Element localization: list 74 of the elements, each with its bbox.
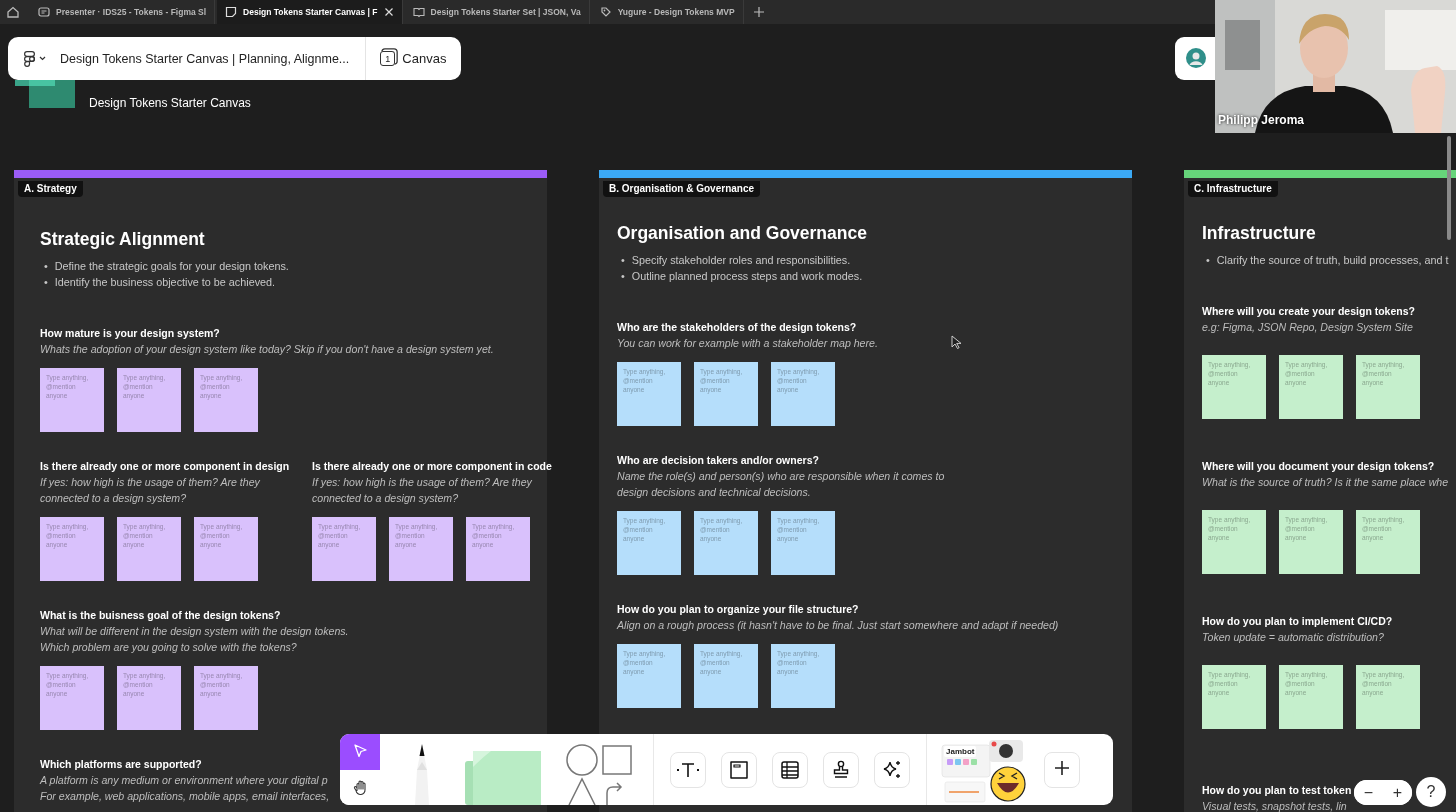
scrollbar[interactable] [1447, 136, 1451, 240]
bullet-mark: • [1206, 253, 1210, 268]
question-text: Which platforms are supported? [40, 757, 202, 772]
browser-tab[interactable]: Design Tokens Starter Canvas | F [217, 0, 403, 24]
stamp-tool-button[interactable] [823, 751, 859, 788]
browser-tab[interactable]: Yugure - Design Tokens MVP [591, 0, 744, 24]
table-icon [779, 758, 801, 781]
section-title: Strategic Alignment [40, 229, 206, 250]
sparkle-tool-button[interactable] [874, 751, 910, 788]
table-tool-button[interactable] [772, 751, 808, 788]
tag-icon [599, 6, 612, 18]
section-title: Infrastructure [1202, 223, 1317, 244]
hint-text: What is the source of truth? Is it the same place whe [1202, 475, 1450, 490]
bullet-text: Clarify the source of truth, build processes, and t [1216, 253, 1449, 268]
bullet-mark: • [44, 275, 48, 290]
widget-label: Jambot [944, 746, 977, 757]
bullet-text: Specify stakeholder roles and responsibilities. [631, 253, 851, 268]
question-text: Is there already one or more component in code [312, 459, 552, 474]
bullet-text: Outline planned process steps and work modes. [631, 269, 863, 284]
section-label: A. Strategy [18, 181, 83, 197]
figma-logo-icon[interactable] [24, 50, 35, 67]
question-text: How mature is your design system? [40, 326, 220, 341]
question-text: Where will you document your design tokens? [1202, 459, 1435, 474]
browser-tab[interactable]: Design Tokens Starter Set | JSON, Va [404, 0, 590, 24]
home-icon[interactable] [6, 5, 20, 19]
hint-text: Name the role(s) and person(s) who are responsible when it comes to design decisions and technical decisions. [617, 469, 946, 500]
hint-text: If yes: how high is the usage of them? Are they connected to a design system? [40, 475, 261, 506]
section-title: Organisation and Governance [617, 223, 868, 244]
question-text: Who are decision takers and/or owners? [617, 453, 819, 468]
hint-text: If yes: how high is the usage of them? Are they connected to a design system? [312, 475, 533, 506]
book-icon [412, 6, 425, 18]
hint-text: A platform is any medium or environment where your digital p For example, web applications, mobile apps, email interfaces, [40, 773, 331, 804]
page-name: Canvas [402, 51, 447, 66]
hint-text: What will be different in the design system with the design tokens. Which problem are you going to solve with the tokens? [40, 624, 350, 655]
pages-button[interactable]: 1 Canvas [380, 51, 447, 66]
slides-icon [38, 6, 50, 18]
hint-text: You can work for example with a stakeholder map here. [617, 336, 879, 351]
hint-text: Align on a rough process (it hasn't have to be final. Just start somewhere and adapt if needed) [617, 618, 1060, 633]
close-icon[interactable] [383, 7, 394, 17]
section-tool-button[interactable] [721, 751, 757, 788]
question-text: Is there already one or more component in design [40, 459, 290, 474]
question-text: How do you plan to organize your file structure? [617, 602, 859, 617]
hint-text: Whats the adoption of your design system like today? Skip if you don't have a design system yet. [40, 342, 495, 357]
bullet-text: Define the strategic goals for your design tokens. [54, 259, 289, 274]
canvas-subtitle: Design Tokens Starter Canvas [89, 96, 251, 110]
file-title[interactable]: Design Tokens Starter Canvas | Planning, Alignme... [60, 50, 350, 67]
chevron-down-icon[interactable] [39, 56, 46, 61]
add-button[interactable] [1044, 751, 1080, 788]
sparkle-icon [881, 758, 903, 781]
bullet-text: Identify the business objective to be achieved. [54, 275, 276, 290]
logo-icon [15, 80, 75, 108]
text-tool-button[interactable] [670, 751, 706, 788]
question-text: Where will you create your design tokens? [1202, 304, 1415, 319]
section-label: C. Infrastructure [1188, 181, 1278, 197]
hand-icon [352, 778, 368, 797]
bullet-mark: • [44, 259, 48, 274]
question-text: How do you plan to test token [1202, 783, 1352, 798]
participant-name: Philipp Jeroma [1218, 113, 1305, 127]
avatar-icon[interactable] [1186, 48, 1206, 68]
browser-tab[interactable]: Presenter · IDS25 - Tokens - Figma Sl [30, 0, 216, 24]
bullet-mark: • [621, 269, 625, 284]
hint-text: e.g: Figma, JSON Repo, Design System Site [1202, 320, 1414, 335]
question-text: What is the buisness goal of the design tokens? [40, 608, 281, 623]
section-label: B. Organisation & Governance [603, 181, 761, 197]
note-icon [225, 6, 238, 18]
question-text: Who are the stakeholders of the design tokens? [617, 320, 857, 335]
hint-text: Token update = automatic distribution? [1202, 630, 1385, 645]
question-text: How do you plan to implement CI/CD? [1202, 614, 1393, 629]
mouse-pointer-icon [951, 335, 962, 349]
page-count-icon: 1 [380, 51, 396, 66]
hint-text: Visual tests, snapshot tests, lin [1202, 799, 1348, 812]
bullet-mark: • [621, 253, 625, 268]
section-icon [728, 758, 750, 781]
plus-icon[interactable] [751, 5, 766, 19]
